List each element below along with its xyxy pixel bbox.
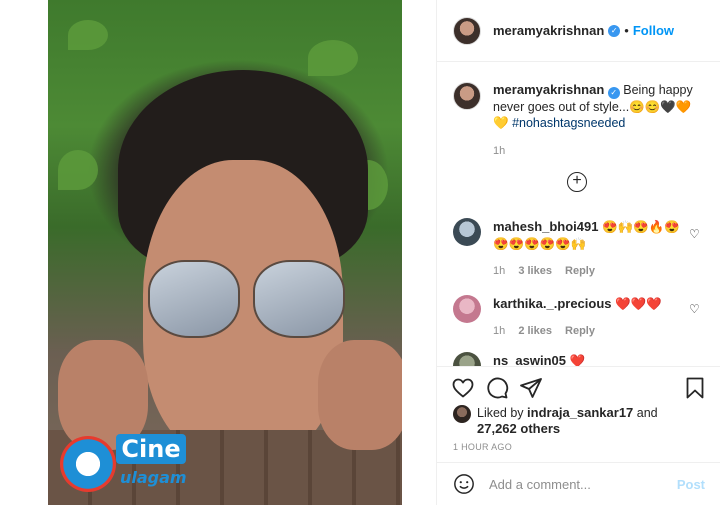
comment-input[interactable]: Add a comment... — [489, 477, 677, 492]
comment-item: karthika._.precious ❤️❤️❤️ 1h 2 likes Re… — [453, 295, 713, 340]
caption-hashtag[interactable]: #nohashtagsneeded — [512, 116, 625, 130]
likes-prefix: Liked by — [477, 406, 524, 420]
comment-body: mahesh_bhoi491 😍🙌😍🔥😍😍😍😍😍😍🙌 1h 3 likes Re… — [493, 218, 683, 280]
comment-username[interactable]: mahesh_bhoi491 — [493, 219, 599, 234]
sunglasses-right — [253, 260, 345, 338]
post-header: meramyakrishnan ✓ • Follow — [437, 0, 720, 62]
watermark-sub: ulagam — [120, 468, 187, 487]
share-icon[interactable] — [519, 376, 543, 400]
commenter-avatar[interactable] — [453, 352, 481, 366]
caption: meramyakrishnan ✓ Being happy never goes… — [453, 82, 713, 159]
liker-avatar[interactable] — [453, 405, 471, 423]
comment-likes[interactable]: 3 likes — [518, 265, 552, 277]
comment-like-heart-icon[interactable]: ♡ — [689, 228, 701, 240]
reply-button[interactable]: Reply — [565, 325, 595, 337]
sunglasses-left — [148, 260, 240, 338]
verified-icon: ✓ — [607, 87, 620, 99]
foliage — [68, 20, 108, 50]
foliage — [308, 40, 358, 76]
instagram-post-window: Cine ulagam meramyakrishnan ✓ • Follow m… — [0, 0, 720, 505]
watermark-brand: Cine — [116, 434, 186, 464]
separator-dot: • — [624, 23, 629, 38]
post-photo[interactable] — [48, 0, 402, 505]
post-side-panel: meramyakrishnan ✓ • Follow meramyakrishn… — [436, 0, 720, 505]
likes-summary: Liked by indraja_sankar17 and 27,262 oth… — [453, 405, 658, 437]
likes-and: and — [636, 406, 658, 420]
comment-item: ns_aswin05 ❤️ — [453, 352, 713, 366]
comment-username[interactable]: ns_aswin05 — [493, 353, 566, 366]
add-comment-bar: Add a comment... Post — [437, 462, 720, 505]
heart-icon[interactable] — [451, 376, 475, 400]
comment-item: mahesh_bhoi491 😍🙌😍🔥😍😍😍😍😍😍🙌 1h 3 likes Re… — [453, 218, 713, 280]
author-avatar[interactable] — [453, 16, 481, 45]
caption-text-block: meramyakrishnan ✓ Being happy never goes… — [493, 82, 703, 159]
media-area: Cine ulagam — [0, 0, 436, 505]
arm-right — [318, 340, 402, 450]
plus-circle-icon[interactable]: + — [567, 172, 587, 192]
save-icon[interactable] — [683, 376, 707, 400]
action-icons — [451, 376, 707, 400]
commenter-avatar[interactable] — [453, 295, 481, 323]
comments-list[interactable]: meramyakrishnan ✓ Being happy never goes… — [437, 62, 720, 366]
foliage — [58, 150, 98, 190]
comment-body: karthika._.precious ❤️❤️❤️ 1h 2 likes Re… — [493, 295, 683, 340]
comment-like-heart-icon[interactable]: ♡ — [689, 303, 701, 315]
commenter-avatar[interactable] — [453, 218, 481, 246]
reply-button[interactable]: Reply — [565, 265, 595, 277]
comment-username[interactable]: karthika._.precious — [493, 296, 612, 311]
comment-text: ❤️❤️❤️ — [614, 297, 662, 311]
comment-time: 1h — [493, 325, 506, 337]
follow-button[interactable]: Follow — [633, 23, 674, 38]
emoji-icon[interactable] — [453, 473, 475, 495]
post-button[interactable]: Post — [677, 477, 705, 492]
post-timestamp[interactable]: 1 HOUR AGO — [453, 442, 512, 452]
comment-likes[interactable]: 2 likes — [518, 325, 552, 337]
comment-meta: 1h 3 likes Reply — [493, 263, 683, 280]
caption-avatar[interactable] — [453, 82, 481, 110]
comment-text: ❤️ — [569, 354, 586, 366]
film-reel-icon — [60, 436, 116, 492]
caption-time: 1h — [493, 145, 506, 157]
comment-meta: 1h 2 likes Reply — [493, 323, 683, 340]
comment-icon[interactable] — [485, 376, 509, 400]
verified-icon: ✓ — [608, 24, 621, 37]
likes-text: Liked by indraja_sankar17 and 27,262 oth… — [477, 405, 658, 437]
liker-username[interactable]: indraja_sankar17 — [527, 405, 633, 420]
likes-count[interactable]: 27,262 others — [477, 421, 560, 436]
comment-body: ns_aswin05 ❤️ — [493, 352, 683, 366]
caption-username[interactable]: meramyakrishnan — [493, 82, 604, 97]
author-username[interactable]: meramyakrishnan — [493, 23, 604, 38]
comment-time: 1h — [493, 265, 506, 277]
watermark-logo: Cine ulagam — [60, 432, 190, 494]
